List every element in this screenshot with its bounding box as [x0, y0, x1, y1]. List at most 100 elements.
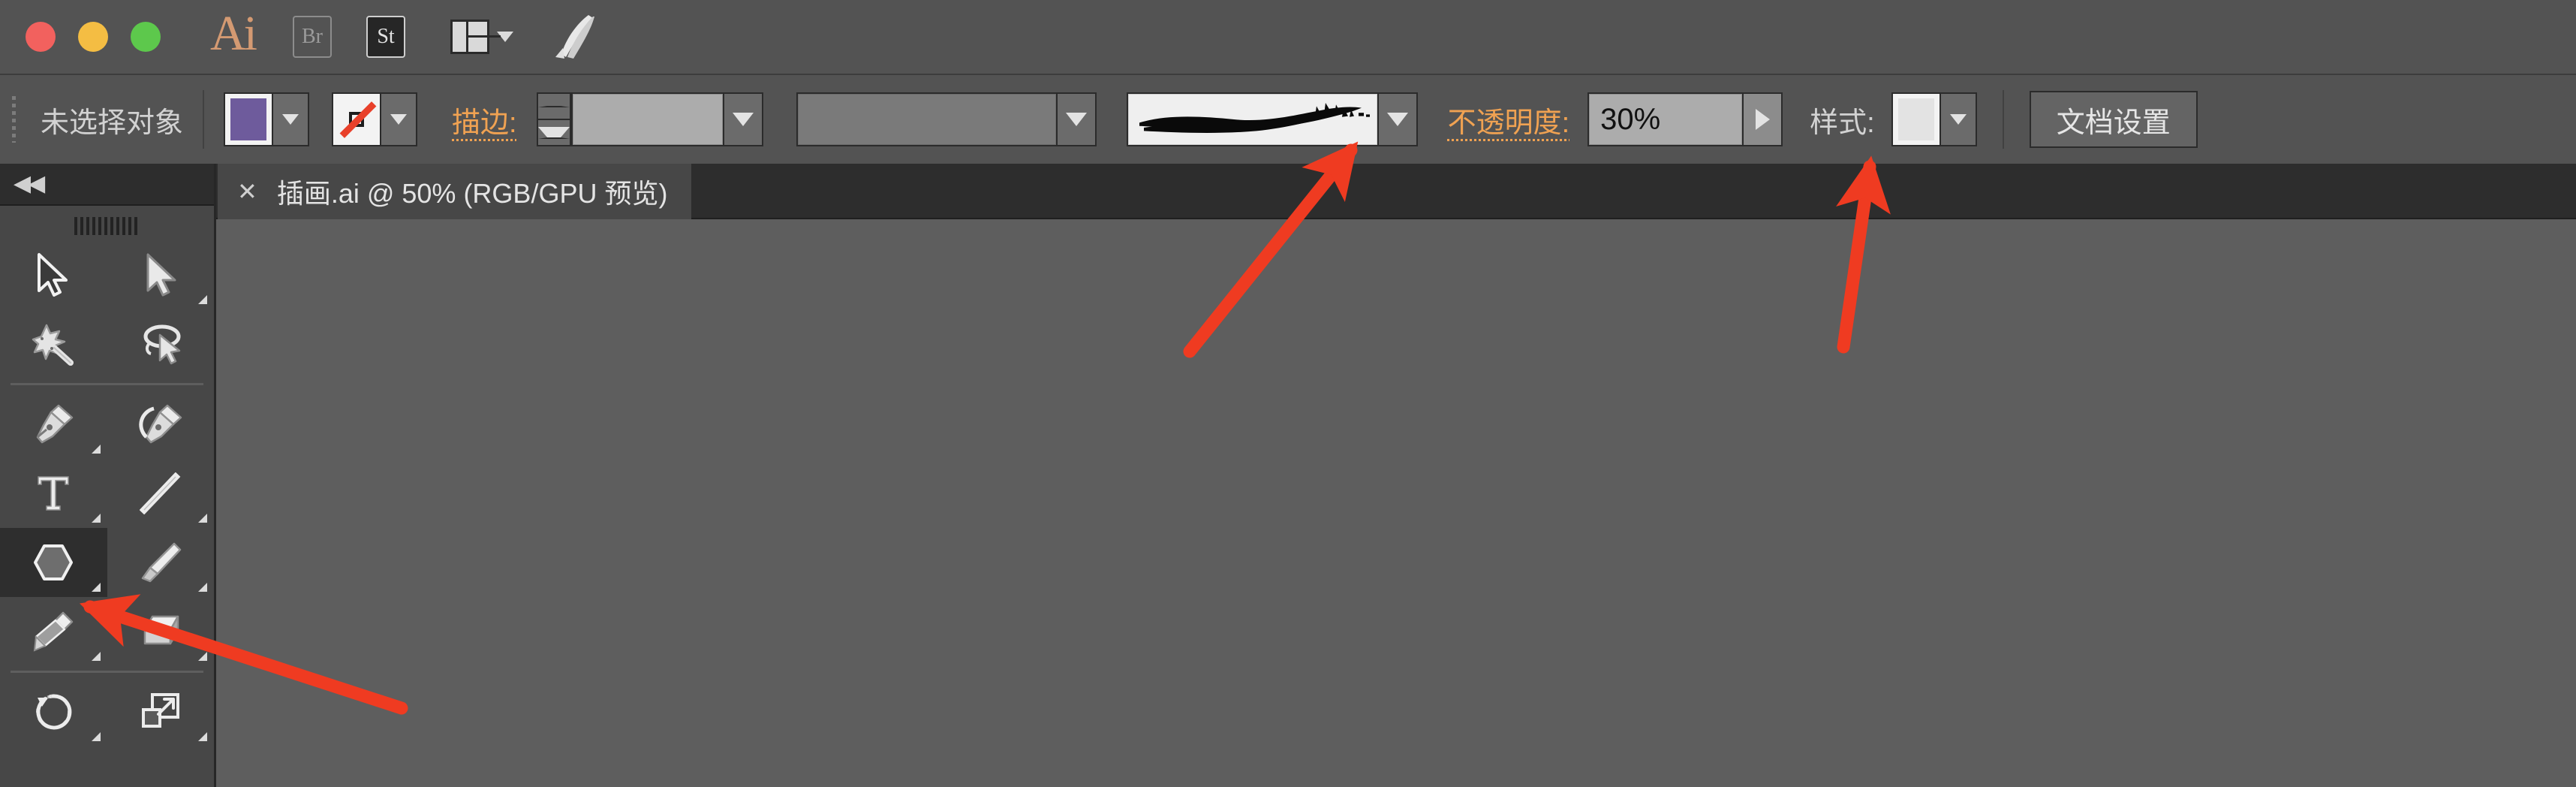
- stroke-weight-increase-button[interactable]: [537, 94, 570, 120]
- triangle-right-icon: [1755, 109, 1770, 130]
- flyout-indicator-icon: [198, 514, 207, 523]
- pencil-icon: [34, 611, 74, 652]
- fill-dropdown-button[interactable]: [273, 92, 310, 146]
- document-tab[interactable]: ✕ 插画.ai @ 50% (RGB/GPU 预览): [218, 164, 692, 219]
- lasso-tool[interactable]: [107, 309, 215, 378]
- arrow-cursor-icon: [38, 253, 68, 297]
- rotate-icon: [36, 694, 72, 730]
- pencil-tool[interactable]: [0, 597, 107, 666]
- tools-panel-header[interactable]: ◀◀: [0, 164, 214, 206]
- divider: [11, 383, 203, 385]
- magic-wand-icon: [32, 324, 74, 366]
- stock-icon[interactable]: St: [366, 16, 405, 58]
- chevron-down-icon: [282, 114, 299, 125]
- document-tab-title: 插画.ai @ 50% (RGB/GPU 预览): [276, 178, 668, 209]
- ai-logo-icon: Ai: [210, 6, 257, 61]
- eraser-icon: [143, 615, 179, 645]
- polygon-icon: [34, 544, 74, 580]
- tools-grid-selection: [0, 240, 214, 378]
- graphic-style-dropdown-button[interactable]: [1940, 92, 1977, 146]
- stroke-weight-decrease-button[interactable]: [537, 120, 570, 145]
- document-tab-bar: ✕ 插画.ai @ 50% (RGB/GPU 预览): [0, 164, 2576, 219]
- polygon-shape-tool[interactable]: [0, 528, 107, 597]
- flyout-indicator-icon: [91, 514, 101, 523]
- width-profile-value[interactable]: [797, 94, 1056, 145]
- flyout-indicator-icon: [91, 652, 101, 661]
- pen-nib-icon: [37, 404, 74, 444]
- title-bar: Ai Br St: [0, 0, 2576, 74]
- flyout-indicator-icon: [198, 583, 207, 592]
- scale-tool[interactable]: [107, 677, 215, 746]
- stroke-weight-combo[interactable]: [570, 92, 763, 146]
- type-icon: [38, 476, 69, 511]
- brush-definition-dropdown-button[interactable]: [1377, 94, 1416, 145]
- pen-tool[interactable]: [0, 390, 107, 459]
- fill-swatch[interactable]: [224, 92, 274, 146]
- white-arrow-cursor-icon: [146, 253, 176, 297]
- selection-tool[interactable]: [0, 240, 107, 309]
- width-profile-combo[interactable]: [796, 92, 1097, 146]
- divider: [11, 671, 203, 673]
- close-window-button[interactable]: [26, 22, 56, 52]
- curvature-tool[interactable]: [107, 390, 215, 459]
- document-setup-button[interactable]: 文档设置: [2029, 91, 2198, 148]
- opacity-input[interactable]: 30%: [1589, 94, 1743, 145]
- graphic-style-swatch[interactable]: [1891, 92, 1941, 146]
- control-bar-grip[interactable]: [12, 96, 20, 143]
- flyout-indicator-icon: [198, 732, 207, 741]
- line-segment-tool[interactable]: [107, 459, 215, 528]
- type-tool[interactable]: [0, 459, 107, 528]
- minimize-window-button[interactable]: [78, 22, 108, 52]
- fill-color-chip: [230, 98, 267, 140]
- lasso-icon: [143, 324, 181, 365]
- graphic-style-control[interactable]: [1891, 92, 1977, 146]
- direct-selection-tool[interactable]: [107, 240, 215, 309]
- divider: [203, 90, 205, 149]
- paintbrush-icon: [141, 542, 181, 583]
- triangle-up-icon: [537, 105, 570, 107]
- collapse-panel-icon[interactable]: ◀◀: [14, 173, 45, 195]
- maximize-window-button[interactable]: [131, 22, 161, 52]
- flyout-indicator-icon: [91, 732, 101, 741]
- brush-definition-preview[interactable]: [1127, 94, 1377, 145]
- eraser-tool[interactable]: [107, 597, 215, 666]
- rotate-tool[interactable]: [0, 677, 107, 746]
- line-segment-icon: [139, 472, 181, 514]
- chevron-down-icon: [1065, 113, 1087, 126]
- control-bar: 未选择对象 描边: 不透明度: 30% 样式: 文档设置: [0, 74, 2576, 164]
- fill-color-control[interactable]: [224, 92, 310, 146]
- stroke-weight-stepper[interactable]: [536, 92, 571, 146]
- width-profile-dropdown-button[interactable]: [1055, 94, 1095, 145]
- paintbrush-tool[interactable]: [107, 528, 215, 597]
- curvature-pen-icon: [139, 404, 182, 444]
- magic-wand-tool[interactable]: [0, 309, 107, 378]
- no-color-icon: [339, 98, 377, 140]
- chevron-down-icon: [390, 114, 408, 125]
- illustrator-window: Ai Br St 未选择对象 描边: 不透明度: 30% 样式: 文档设置 ✕ …: [0, 0, 2576, 787]
- opacity-combo[interactable]: 30%: [1587, 92, 1783, 146]
- workspace-switcher[interactable]: [450, 20, 513, 54]
- stroke-weight-dropdown-button[interactable]: [722, 94, 762, 145]
- stroke-dropdown-button[interactable]: [381, 92, 418, 146]
- chevron-down-icon: [1386, 113, 1408, 126]
- charcoal-stroke-icon: [1139, 103, 1370, 133]
- stroke-swatch[interactable]: [332, 92, 382, 146]
- chevron-down-icon: [732, 113, 754, 126]
- triangle-down-icon: [537, 126, 570, 139]
- feather-logo-icon: [554, 14, 596, 60]
- opacity-label[interactable]: 不透明度:: [1448, 99, 1570, 140]
- stroke-color-control[interactable]: [332, 92, 418, 146]
- bridge-icon[interactable]: Br: [293, 16, 332, 58]
- stroke-weight-label[interactable]: 描边:: [452, 99, 517, 140]
- artboard-canvas[interactable]: [218, 219, 2576, 787]
- window-controls: [26, 22, 161, 52]
- tools-grid-transform: [0, 677, 214, 746]
- opacity-flyout-button[interactable]: [1742, 94, 1782, 145]
- tools-panel: ◀◀: [0, 164, 216, 787]
- tools-panel-grip[interactable]: [0, 206, 214, 240]
- close-icon[interactable]: ✕: [237, 179, 257, 204]
- scale-icon: [141, 693, 179, 728]
- brush-definition-combo[interactable]: [1126, 92, 1418, 146]
- selection-status-label: 未选择对象: [41, 107, 184, 139]
- stroke-weight-input[interactable]: [572, 94, 723, 145]
